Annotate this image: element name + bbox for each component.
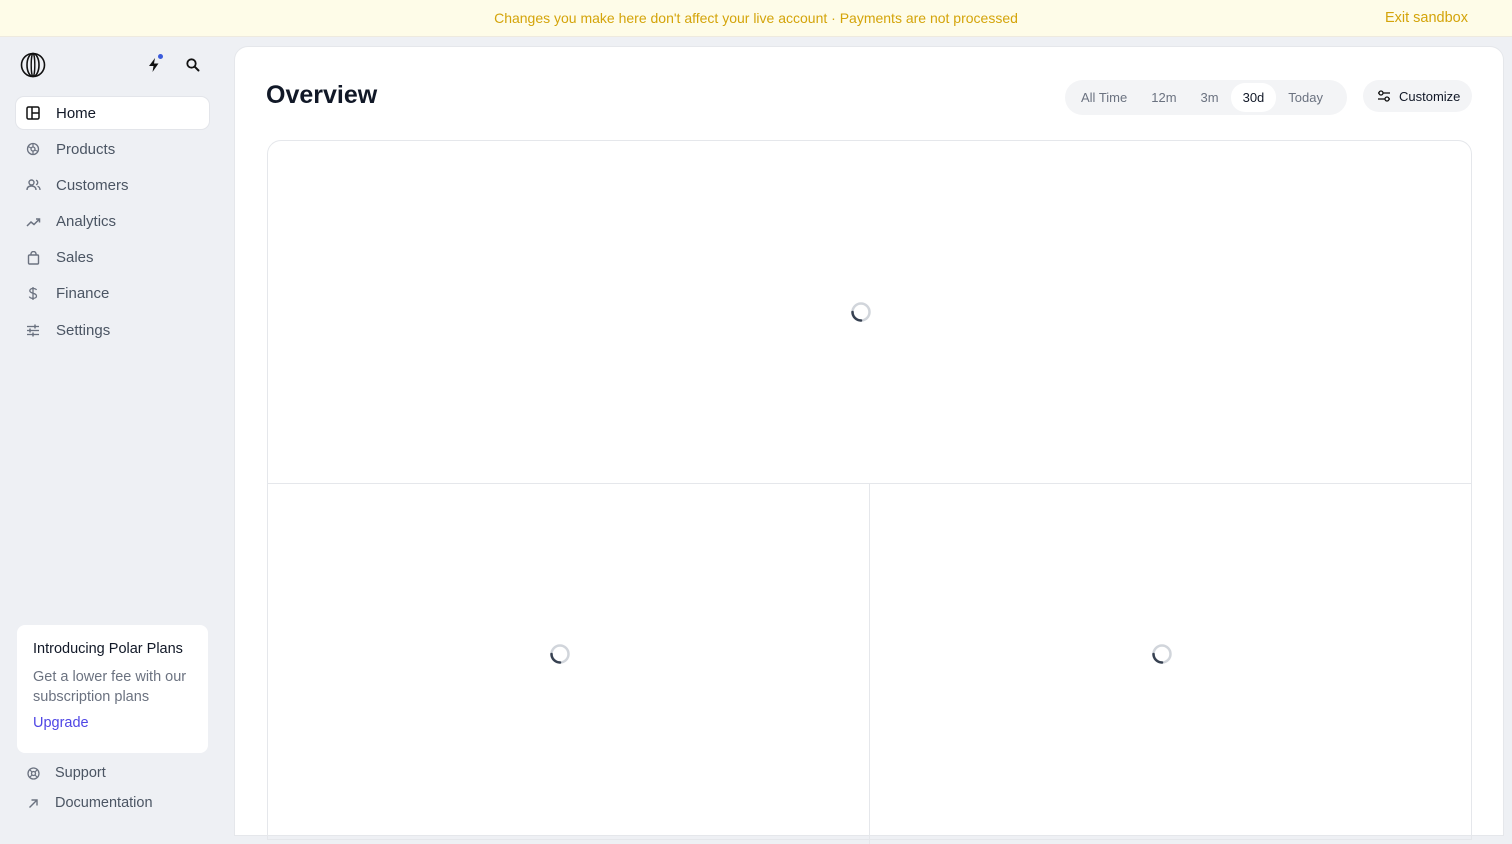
- range-3m[interactable]: 3m: [1189, 83, 1231, 112]
- range-all-time[interactable]: All Time: [1069, 83, 1139, 112]
- support-icon: [26, 766, 40, 780]
- nav-item-home[interactable]: Home: [16, 97, 209, 129]
- sandbox-banner: Changes you make here don't affect your …: [0, 0, 1512, 37]
- dollar-icon: [25, 286, 41, 302]
- upgrade-link[interactable]: Upgrade: [33, 715, 192, 731]
- main-nav: Home Products Customers Analytics Sales: [16, 97, 209, 350]
- nav-item-customers[interactable]: Customers: [16, 169, 209, 201]
- sidebar: Home Products Customers Analytics Sales: [0, 37, 234, 814]
- overview-metrics-card: [267, 140, 1472, 844]
- nav-item-analytics[interactable]: Analytics: [16, 206, 209, 238]
- loading-spinner: [851, 302, 871, 322]
- products-icon: [25, 141, 41, 157]
- bag-icon: [25, 250, 41, 266]
- support-link[interactable]: Support: [26, 765, 106, 781]
- main-panel: Overview All Time 12m 3m 30d Today Custo…: [234, 46, 1504, 844]
- search-icon[interactable]: [183, 55, 203, 75]
- sliders-icon: [25, 322, 41, 338]
- customers-icon: [25, 177, 41, 193]
- home-icon: [25, 105, 41, 121]
- nav-label-customers: Customers: [56, 176, 129, 194]
- nav-label-home: Home: [56, 104, 97, 122]
- page-title: Overview: [266, 81, 378, 109]
- nav-item-products[interactable]: Products: [16, 133, 209, 165]
- range-12m[interactable]: 12m: [1139, 83, 1188, 112]
- nav-label-settings: Settings: [56, 321, 111, 339]
- time-range-selector: All Time 12m 3m 30d Today: [1065, 80, 1347, 115]
- sandbox-message: Changes you make here don't affect your …: [494, 10, 1018, 26]
- promo-card: Introducing Polar Plans Get a lower fee …: [17, 625, 208, 753]
- nav-label-finance: Finance: [56, 285, 110, 303]
- card-divider-vertical: [869, 484, 870, 844]
- customize-button[interactable]: Customize: [1363, 80, 1472, 112]
- documentation-link[interactable]: Documentation: [26, 795, 153, 811]
- promo-text: Get a lower fee with our subscription pl…: [33, 669, 187, 705]
- loading-spinner: [1152, 644, 1172, 664]
- customize-sliders-icon: [1378, 90, 1390, 102]
- support-label: Support: [55, 765, 106, 781]
- exit-sandbox-link[interactable]: Exit sandbox: [1385, 10, 1468, 26]
- nav-label-products: Products: [56, 140, 116, 158]
- nav-label-sales: Sales: [56, 249, 94, 267]
- arrow-up-right-icon: [26, 796, 40, 810]
- promo-title: Introducing Polar Plans: [33, 641, 183, 657]
- nav-label-analytics: Analytics: [56, 213, 117, 231]
- range-30d[interactable]: 30d: [1230, 83, 1277, 112]
- loading-spinner: [550, 644, 570, 664]
- analytics-icon: [25, 214, 41, 230]
- polar-logo-icon[interactable]: [20, 52, 46, 78]
- customize-label: Customize: [1399, 88, 1461, 104]
- range-today[interactable]: Today: [1276, 83, 1335, 112]
- nav-item-sales[interactable]: Sales: [16, 242, 209, 274]
- notification-dot: [158, 54, 163, 59]
- nav-item-settings[interactable]: Settings: [16, 314, 209, 346]
- documentation-label: Documentation: [55, 795, 153, 811]
- nav-item-finance[interactable]: Finance: [16, 278, 209, 310]
